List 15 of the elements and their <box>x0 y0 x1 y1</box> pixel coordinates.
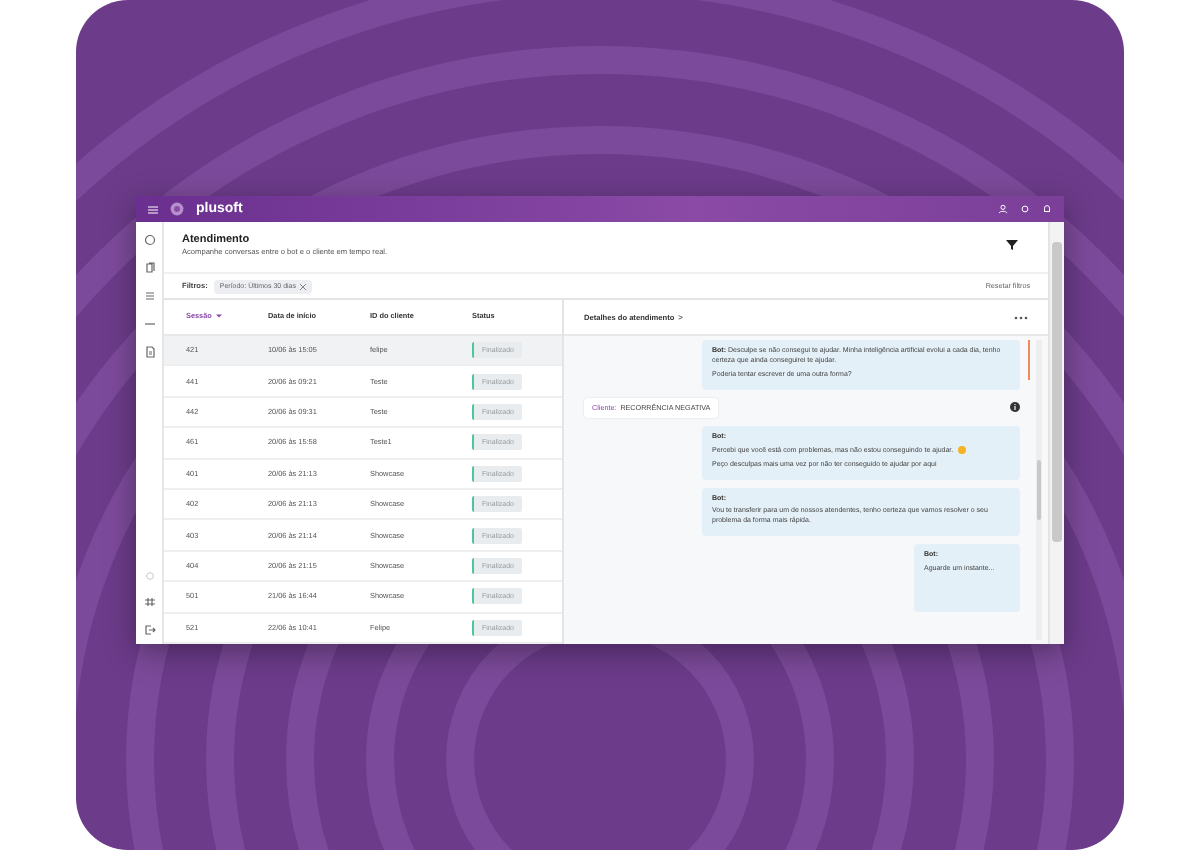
user-icon <box>998 204 1008 214</box>
menu-icon[interactable] <box>148 205 158 213</box>
grid-icon <box>143 596 155 608</box>
settings-icon <box>1020 204 1030 214</box>
documents-icon <box>143 262 155 274</box>
close-icon[interactable] <box>300 283 307 289</box>
sort-caret-icon <box>215 314 222 319</box>
logout-icon <box>143 624 155 636</box>
bell-icon <box>1042 204 1052 214</box>
scrollbar-thumb[interactable] <box>1052 242 1062 542</box>
report-icon <box>143 346 155 358</box>
circle-icon <box>145 572 153 580</box>
filter-icon[interactable] <box>1006 240 1018 250</box>
logo-icon <box>170 202 184 216</box>
info-icon[interactable] <box>1010 402 1020 413</box>
